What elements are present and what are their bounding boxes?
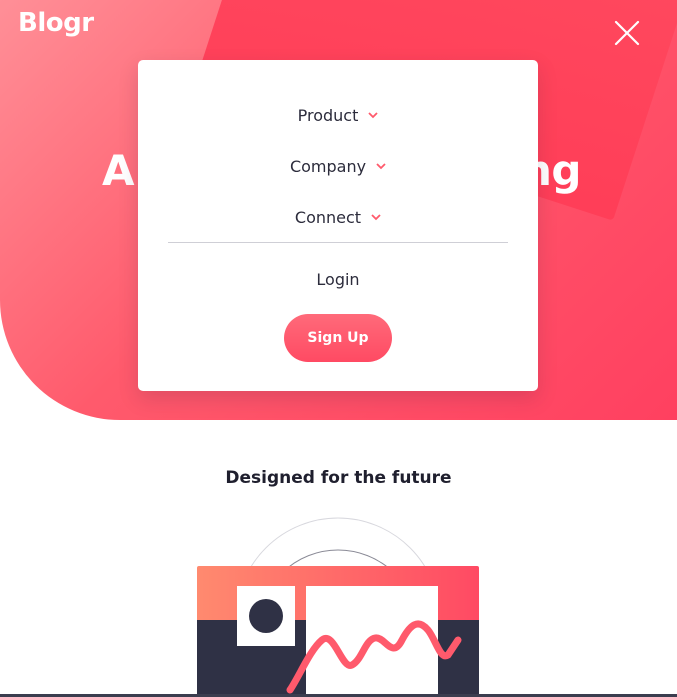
close-menu-button[interactable]: [612, 18, 642, 48]
avatar-circle: [249, 599, 283, 633]
hero-heading-left: A: [102, 146, 135, 195]
menu-item-label: Company: [289, 156, 367, 176]
logo[interactable]: Blogr: [18, 8, 94, 38]
menu-item-company[interactable]: Company: [138, 152, 538, 180]
menu-divider: [168, 242, 508, 243]
menu-item-label: Product: [297, 105, 359, 125]
chevron-down-icon: [376, 162, 386, 170]
login-link[interactable]: Login: [138, 265, 538, 293]
editor-illustration: [0, 500, 677, 697]
mobile-menu: Product Company Connect Login Sign Up: [138, 60, 538, 391]
laptop-illustration: [197, 566, 479, 697]
menu-item-product[interactable]: Product: [138, 101, 538, 129]
signup-button[interactable]: Sign Up: [284, 314, 392, 362]
section-title: Designed for the future: [225, 468, 452, 488]
menu-item-label: Connect: [294, 207, 362, 227]
close-icon: [614, 20, 640, 46]
chevron-down-icon: [368, 111, 379, 119]
menu-item-connect[interactable]: Connect: [138, 203, 538, 231]
chevron-down-icon: [371, 213, 381, 221]
